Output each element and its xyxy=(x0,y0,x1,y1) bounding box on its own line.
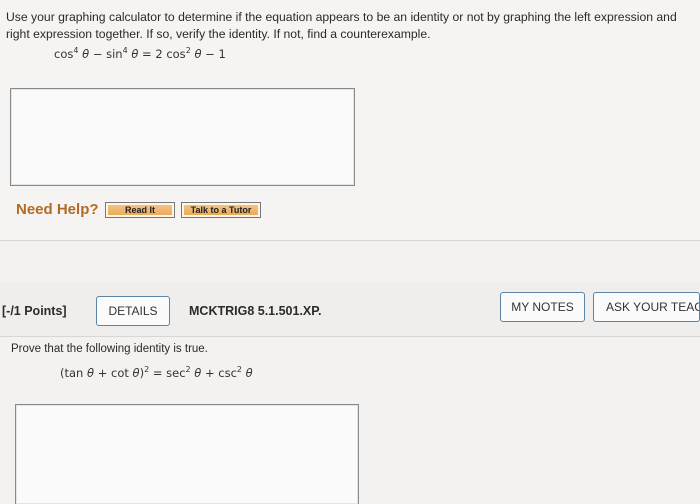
question-1-prompt: Use your graphing calculator to determin… xyxy=(6,9,700,43)
need-help-label: Need Help? xyxy=(16,201,99,218)
prompt-line-1: Use your graphing calculator to determin… xyxy=(6,10,677,24)
answer-box-1[interactable] xyxy=(10,88,355,186)
talk-to-tutor-button[interactable]: Talk to a Tutor xyxy=(181,202,261,218)
read-it-button[interactable]: Read It xyxy=(105,202,175,218)
header-divider xyxy=(0,336,700,337)
ask-your-teacher-button[interactable]: ASK YOUR TEACHER xyxy=(593,292,700,322)
my-notes-button[interactable]: MY NOTES xyxy=(500,292,585,322)
identity-equation: (tan θ + cot θ)2 = sec2 θ + csc2 θ xyxy=(60,365,253,381)
question-2-prompt: Prove that the following identity is tru… xyxy=(11,343,208,355)
question-1-panel: Use your graphing calculator to determin… xyxy=(0,0,700,240)
details-button[interactable]: DETAILS xyxy=(96,296,170,326)
question-code: MCKTRIG8 5.1.501.XP. xyxy=(189,304,322,318)
prompt-line-2: right expression together. If so, verify… xyxy=(6,27,431,41)
section-divider xyxy=(0,240,700,241)
answer-box-2[interactable] xyxy=(15,404,359,504)
points-label: [-/1 Points] xyxy=(2,304,67,318)
equation: cos4 θ − sin4 θ = 2 cos2 θ − 1 xyxy=(54,46,226,62)
